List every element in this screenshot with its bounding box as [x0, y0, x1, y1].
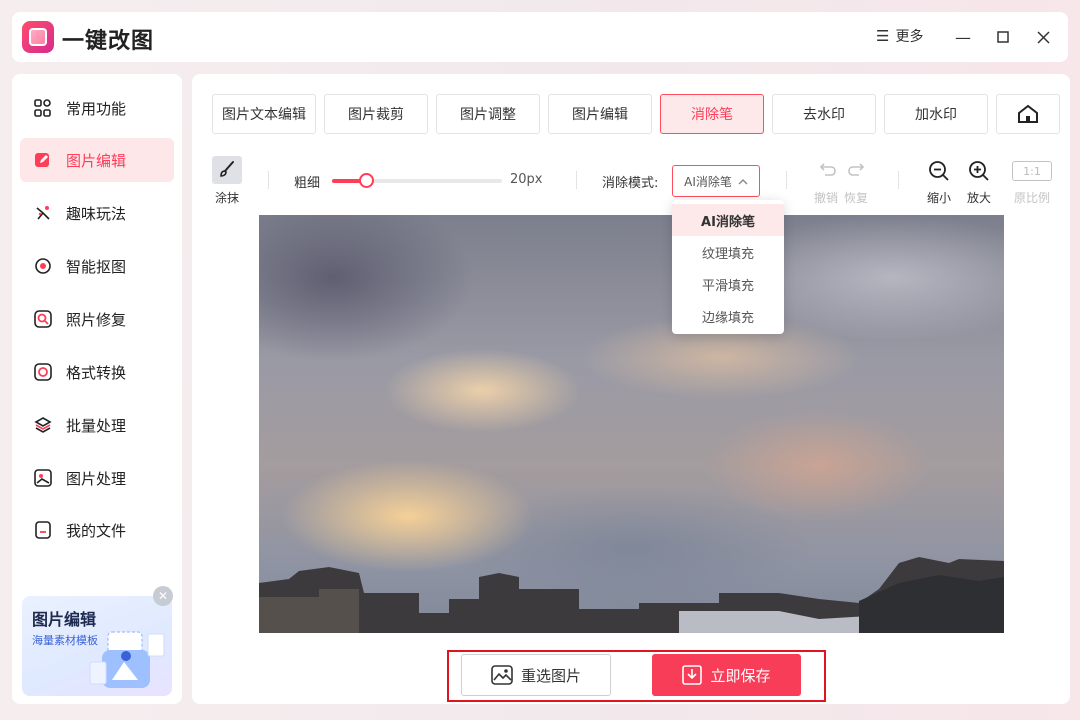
mode-selected-value: AI消除笔 [684, 174, 732, 189]
promo-title: 图片编辑 [32, 610, 97, 629]
zoom-out-label: 缩小 [927, 191, 952, 205]
picture-icon [491, 665, 513, 685]
toolbar-divider [786, 171, 787, 189]
zoom-in-icon [969, 161, 989, 181]
more-button[interactable]: ☰ 更多 [876, 26, 923, 46]
home-button[interactable] [996, 94, 1060, 134]
city-skyline [259, 557, 1004, 633]
smear-label: 涂抹 [215, 191, 240, 205]
sidebar-item-label: 常用功能 [66, 99, 127, 118]
mode-option-smooth[interactable]: 平滑填充 [672, 268, 784, 300]
zoom-out-icon [929, 161, 949, 181]
sidebar-item-image-edit[interactable]: 图片编辑 [20, 138, 174, 182]
close-icon: ✕ [157, 589, 169, 603]
tab-remove-watermark[interactable]: 去水印 [772, 94, 876, 134]
original-ratio-label: 原比例 [1014, 191, 1051, 205]
original-ratio-button[interactable]: 1:1 [1012, 161, 1052, 181]
sidebar-item-label: 智能抠图 [66, 257, 127, 276]
app-title: 一键改图 [62, 29, 155, 54]
tab-adjust[interactable]: 图片调整 [436, 94, 540, 134]
repair-icon [34, 310, 52, 328]
mode-select[interactable]: AI消除笔 [672, 165, 760, 197]
tab-add-watermark[interactable]: 加水印 [884, 94, 988, 134]
sidebar-item-label: 格式转换 [66, 363, 127, 382]
promo-close-button[interactable]: ✕ [153, 586, 173, 606]
close-button[interactable] [1030, 24, 1056, 50]
thickness-value: 20px [510, 172, 543, 187]
tab-crop[interactable]: 图片裁剪 [324, 94, 428, 134]
sidebar-item-label: 批量处理 [66, 416, 127, 435]
menu-icon: ☰ [876, 27, 890, 45]
minimize-button[interactable]: — [950, 24, 976, 50]
undo-button[interactable] [818, 160, 840, 180]
smear-tool-button[interactable] [212, 156, 242, 184]
sidebar-item-label: 我的文件 [66, 521, 127, 540]
save-now-button[interactable]: 立即保存 [652, 654, 801, 696]
mode-option-edge[interactable]: 边缘填充 [672, 300, 784, 332]
sidebar-item-common[interactable]: 常用功能 [20, 86, 174, 130]
zoom-out-button[interactable] [928, 160, 950, 182]
sidebar-item-image-process[interactable]: 图片处理 [20, 456, 174, 500]
reselect-label: 重选图片 [520, 666, 581, 685]
tab-eraser[interactable]: 消除笔 [660, 94, 764, 134]
redo-label: 恢复 [844, 191, 869, 205]
mode-dropdown: AI消除笔 纹理填充 平滑填充 边缘填充 [672, 200, 784, 334]
promo-illustration-icon [89, 631, 165, 688]
more-label: 更多 [895, 29, 924, 45]
sidebar-item-repair[interactable]: 照片修复 [20, 297, 174, 341]
toolbar-divider [898, 171, 899, 189]
toolbar-divider [268, 171, 269, 189]
sidebar-item-cutout[interactable]: 智能抠图 [20, 244, 174, 288]
chevron-up-icon [738, 178, 748, 184]
home-icon [1018, 104, 1038, 123]
toolbar-divider [576, 171, 577, 189]
thickness-slider-thumb[interactable] [358, 173, 374, 188]
close-icon [1036, 30, 1050, 44]
brush-icon [220, 161, 234, 177]
target-icon [34, 257, 52, 275]
convert-icon [34, 363, 52, 381]
main-panel: 图片文本编辑 图片裁剪 图片调整 图片编辑 消除笔 去水印 加水印 涂抹 粗细 … [192, 74, 1070, 704]
undo-icon [819, 163, 836, 176]
sidebar-item-label: 图片编辑 [66, 151, 127, 170]
redo-button[interactable] [846, 160, 868, 180]
thickness-label: 粗细 [294, 176, 321, 191]
save-label: 立即保存 [710, 666, 771, 685]
sidebar-item-fun[interactable]: 趣味玩法 [20, 191, 174, 235]
image-icon [34, 469, 52, 487]
undo-label: 撤销 [814, 191, 839, 205]
mode-option-ai[interactable]: AI消除笔 [672, 204, 784, 236]
grid-icon [34, 99, 52, 117]
edit-icon [34, 151, 52, 169]
sidebar-item-batch[interactable]: 批量处理 [20, 403, 174, 447]
promo-banner[interactable]: 图片编辑 海量素材模板 ✕ [22, 586, 173, 696]
minimize-icon: — [955, 27, 971, 47]
sidebar: 常用功能 图片编辑 趣味玩法 智能抠图 照片修复 格式转换 批量处理 图片处理 … [12, 74, 182, 704]
download-icon [682, 665, 703, 685]
mode-option-texture[interactable]: 纹理填充 [672, 236, 784, 268]
maximize-icon [997, 31, 1009, 43]
layers-icon [34, 416, 52, 434]
sidebar-item-convert[interactable]: 格式转换 [20, 350, 174, 394]
tab-image-text-edit[interactable]: 图片文本编辑 [212, 94, 316, 134]
sidebar-item-label: 照片修复 [66, 310, 127, 329]
zoom-in-button[interactable] [968, 160, 990, 182]
zoom-in-label: 放大 [967, 191, 992, 205]
file-icon [34, 521, 52, 539]
sidebar-item-my-files[interactable]: 我的文件 [20, 508, 174, 552]
ratio-badge: 1:1 [1023, 164, 1041, 178]
reselect-image-button[interactable]: 重选图片 [461, 654, 611, 696]
app-logo-icon [22, 21, 54, 53]
sparkle-icon [34, 204, 52, 222]
tab-image-edit[interactable]: 图片编辑 [548, 94, 652, 134]
mode-label: 消除模式: [602, 176, 659, 191]
thickness-slider-track[interactable] [332, 179, 502, 183]
redo-icon [848, 163, 865, 176]
sidebar-item-label: 图片处理 [66, 469, 127, 488]
maximize-button[interactable] [990, 24, 1016, 50]
title-bar: 一键改图 ☰ 更多 — [12, 12, 1068, 62]
sidebar-item-label: 趣味玩法 [66, 204, 127, 223]
image-canvas[interactable] [259, 215, 1004, 633]
